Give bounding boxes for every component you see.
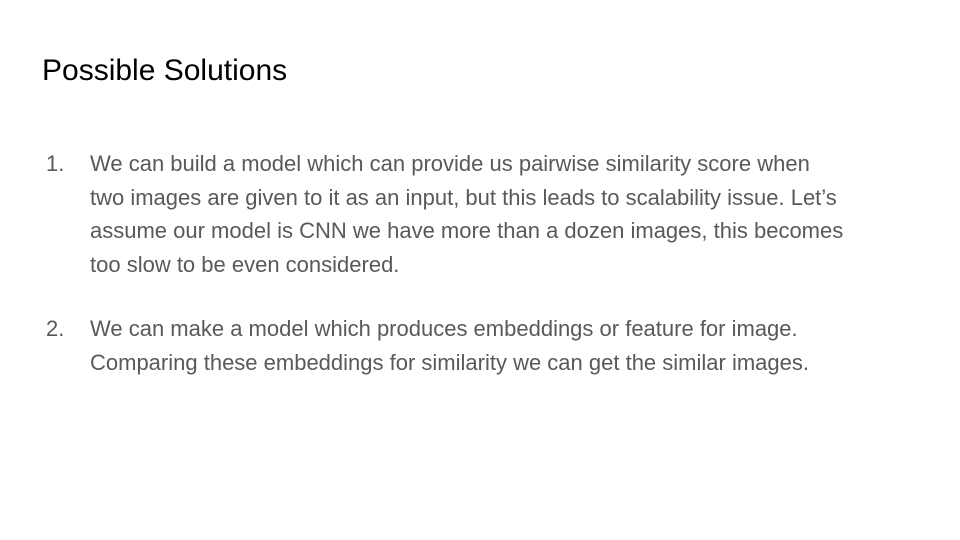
slide-title: Possible Solutions xyxy=(42,54,288,87)
slide: Possible Solutions 1. We can build a mod… xyxy=(0,0,960,540)
list-number: 2. xyxy=(46,316,65,341)
solution-text: We can build a model which can provide u… xyxy=(90,147,926,281)
list-number: 1. xyxy=(46,151,65,176)
text-line: We can make a model which produces embed… xyxy=(90,316,798,341)
text-line: Comparing these embeddings for similarit… xyxy=(90,349,809,375)
text-line: too slow to be even considered. xyxy=(90,251,400,277)
solution-item-2: 2. We can make a model which produces em… xyxy=(46,312,926,379)
text-line: assume our model is CNN we have more tha… xyxy=(90,218,844,243)
solutions-list: 1. We can build a model which can provid… xyxy=(46,147,926,379)
text-line: We can build a model which can provide u… xyxy=(90,151,810,176)
solution-item-1: 1. We can build a model which can provid… xyxy=(46,147,926,281)
text-line: two images are given to it as an input, … xyxy=(90,184,837,210)
solution-text: We can make a model which produces embed… xyxy=(90,312,926,379)
